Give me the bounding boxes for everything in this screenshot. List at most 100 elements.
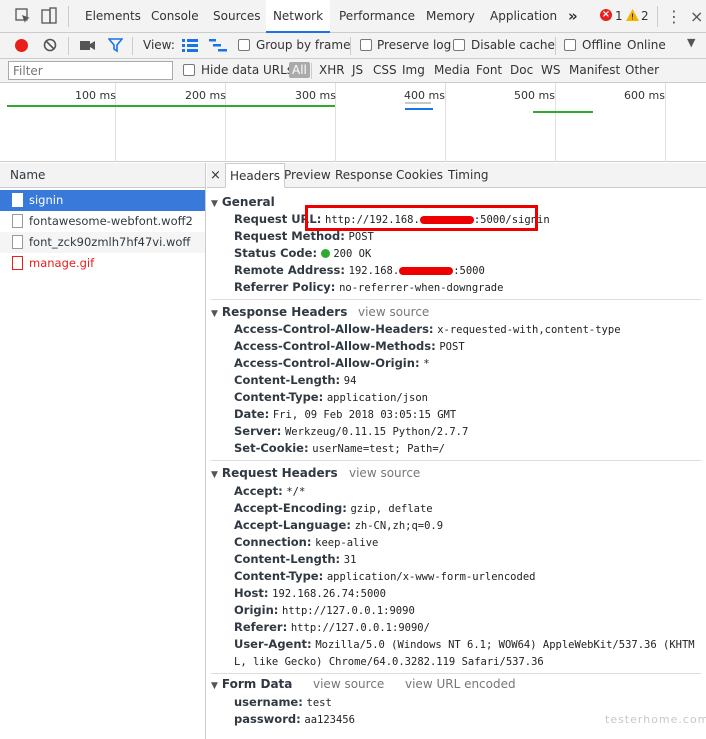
request-row-fontawesome[interactable]: fontawesome-webfont.woff2 (0, 211, 205, 232)
response-view-source-link[interactable]: view source (358, 305, 429, 319)
timeline-overview[interactable]: 100 ms 200 ms 300 ms 400 ms 500 ms 600 m… (0, 83, 706, 162)
response-header-row: Server: Werkzeug/0.11.15 Python/2.7.7 (234, 424, 468, 438)
status-ok-dot-icon (320, 249, 330, 258)
close-details-icon[interactable]: × (210, 163, 221, 188)
tab-headers[interactable]: Headers (225, 163, 285, 188)
preserve-log-checkbox[interactable] (360, 39, 372, 51)
timeline-bar (405, 108, 433, 110)
error-count[interactable]: 1 (615, 0, 623, 33)
filter-type-ws[interactable]: WS (541, 63, 560, 77)
redaction-mark (399, 266, 454, 275)
toolbar-separator-2 (132, 37, 133, 55)
request-name: manage.gif (29, 256, 95, 270)
header-value: keep-alive (315, 537, 379, 549)
filter-type-manifest[interactable]: Manifest (569, 63, 620, 77)
tab-network[interactable]: Network (266, 0, 330, 33)
filter-type-img[interactable]: Img (402, 63, 425, 77)
header-key: Date: (234, 407, 270, 421)
form-data-section-header[interactable]: ▼ Form Data (211, 677, 292, 691)
filter-type-xhr[interactable]: XHR (319, 63, 345, 77)
close-devtools-icon[interactable]: × (690, 0, 703, 33)
warning-icon[interactable]: ! (626, 9, 639, 21)
request-row-manage-gif[interactable]: manage.gif (0, 253, 205, 274)
hide-data-urls-checkbox[interactable] (183, 64, 195, 76)
filter-type-css[interactable]: CSS (373, 63, 397, 77)
view-url-encoded-link[interactable]: view URL encoded (405, 677, 516, 691)
tab-sources[interactable]: Sources (213, 0, 260, 33)
request-list: Name signin fontawesome-webfont.woff2 fo… (0, 163, 206, 739)
response-header-row: Access-Control-Allow-Methods: POST (234, 339, 465, 353)
offline-checkbox[interactable] (564, 39, 576, 51)
request-row-signin[interactable]: signin (0, 190, 205, 211)
time-tick: 500 ms (514, 89, 555, 102)
filter-type-doc[interactable]: Doc (510, 63, 533, 77)
tab-console[interactable]: Console (151, 0, 199, 33)
header-key: Request Method: (234, 229, 345, 243)
record-icon[interactable] (15, 39, 28, 52)
large-rows-icon[interactable] (182, 39, 198, 52)
header-value: http://127.0.0.1:9090 (282, 605, 415, 617)
customize-menu-icon[interactable]: ⋮ (666, 0, 682, 33)
header-key: Accept: (234, 484, 283, 498)
filter-type-js[interactable]: JS (352, 63, 363, 77)
clear-icon[interactable] (43, 38, 57, 52)
view-label: View: (143, 38, 175, 52)
header-key: Remote Address: (234, 263, 345, 277)
time-tick: 100 ms (75, 89, 116, 102)
disable-cache-checkbox[interactable] (453, 39, 465, 51)
tab-performance[interactable]: Performance (339, 0, 415, 33)
filter-input[interactable] (8, 61, 173, 80)
hide-data-urls-label: Hide data URLs (201, 63, 294, 77)
header-value: application/x-www-form-urlencoded (326, 571, 536, 583)
tab-application[interactable]: Application (490, 0, 557, 33)
collapse-triangle-icon: ▼ (211, 199, 218, 209)
general-section-header[interactable]: ▼ General (211, 195, 275, 209)
filter-type-all[interactable]: All (289, 62, 310, 78)
request-view-source-link[interactable]: view source (349, 466, 420, 480)
header-key: Host: (234, 586, 269, 600)
collapse-triangle-icon: ▼ (211, 309, 218, 319)
request-row-font-woff[interactable]: font_zck90zmlh7hf47vi.woff (0, 232, 205, 253)
header-value: Fri, 09 Feb 2018 03:05:15 GMT (272, 409, 457, 421)
grid-line (445, 83, 446, 162)
request-header-row: Origin: http://127.0.0.1:9090 (234, 603, 415, 617)
waterfall-icon[interactable] (209, 39, 227, 52)
group-by-frame-checkbox[interactable] (238, 39, 250, 51)
request-header-row: Content-Type: application/x-www-form-url… (234, 569, 535, 583)
throttle-dropdown-icon[interactable]: ▼ (687, 36, 695, 49)
header-value: gzip, deflate (350, 503, 433, 515)
tab-memory[interactable]: Memory (426, 0, 475, 33)
toolbar-separator (68, 37, 69, 55)
header-value: x-requested-with,content-type (437, 324, 621, 336)
section-title: Request Headers (221, 466, 338, 480)
response-headers-section-header[interactable]: ▼ Response Headers (211, 305, 347, 319)
tabbar-separator (68, 6, 69, 27)
tab-response[interactable]: Response (335, 163, 393, 188)
header-value: application/json (326, 392, 429, 404)
tab-elements[interactable]: Elements (85, 0, 141, 33)
filter-separator (311, 63, 312, 79)
header-value: L, like Gecko) Chrome/64.0.3282.119 Safa… (234, 656, 544, 668)
response-header-row: Date: Fri, 09 Feb 2018 03:05:15 GMT (234, 407, 456, 421)
inspect-element-icon[interactable] (14, 7, 32, 25)
warning-count[interactable]: 2 (641, 0, 649, 33)
filter-type-media[interactable]: Media (434, 63, 470, 77)
preserve-log-label: Preserve log (377, 38, 452, 52)
device-toolbar-icon[interactable] (40, 7, 58, 25)
form-view-source-link[interactable]: view source (313, 677, 384, 691)
filter-funnel-icon[interactable] (108, 38, 123, 53)
group-by-frame-label: Group by frame (256, 38, 351, 52)
tab-cookies[interactable]: Cookies (396, 163, 443, 188)
name-column-header[interactable]: Name (0, 163, 205, 188)
throttle-select[interactable]: Online (627, 38, 666, 52)
filter-type-other[interactable]: Other (625, 63, 659, 77)
error-icon[interactable]: × (600, 9, 612, 21)
form-key: password: (234, 712, 301, 726)
tab-timing[interactable]: Timing (448, 163, 489, 188)
disable-cache-label: Disable cache (471, 38, 555, 52)
request-headers-section-header[interactable]: ▼ Request Headers (211, 466, 338, 480)
more-tabs-button[interactable]: » (568, 0, 578, 33)
screenshot-camera-icon[interactable] (80, 39, 96, 52)
tab-preview[interactable]: Preview (284, 163, 331, 188)
filter-type-font[interactable]: Font (476, 63, 502, 77)
